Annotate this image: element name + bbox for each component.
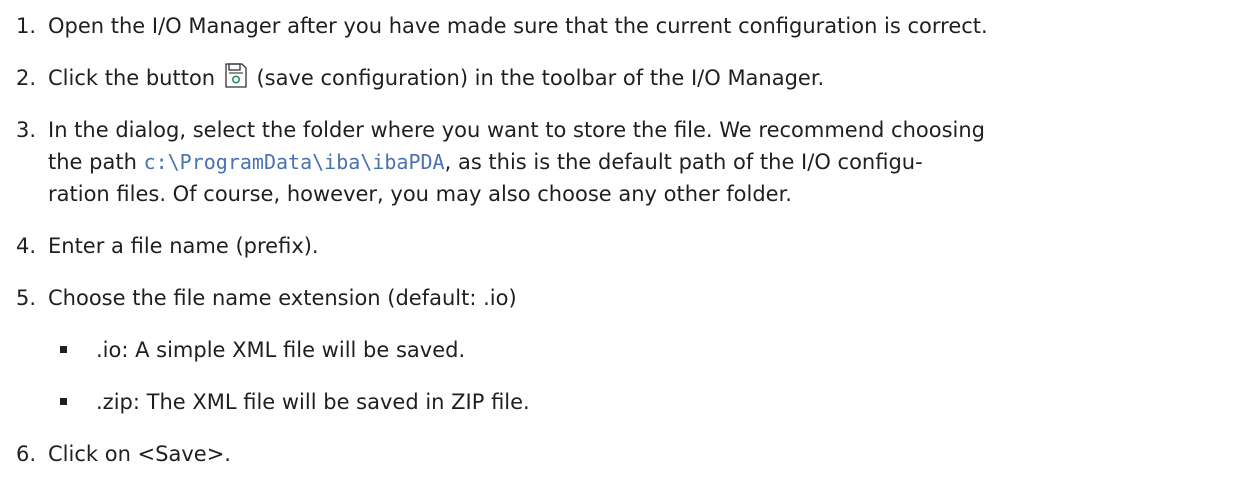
step-6: 6. Click on <Save>. — [16, 438, 1241, 470]
square-bullet-icon — [60, 397, 67, 405]
step-text: Choose the file name extension (default:… — [48, 286, 517, 310]
step-3-line-3: ration files. Of course, however, you ma… — [48, 178, 792, 210]
step-text: , as this is the default path of the I/O… — [444, 150, 923, 174]
step-text-before: Click the button — [48, 66, 216, 90]
step-number: 2. — [16, 66, 37, 90]
step-number: 5. — [16, 286, 37, 310]
instruction-document: 1. Open the I/O Manager after you have ma… — [0, 0, 1249, 502]
step-4: 4. Enter a file name (prefix). — [16, 230, 1241, 262]
folder-path: c:\ProgramData\iba\ibaPDA — [143, 150, 445, 174]
square-bullet-icon — [60, 345, 67, 353]
step-text: the path — [48, 150, 144, 174]
bullet-item: .io: A simple XML file will be saved. — [60, 334, 465, 366]
step-3-line-2: the path c:\ProgramData\iba\ibaPDA, as t… — [48, 146, 923, 178]
step-text: Open the I/O Manager after you have made… — [48, 14, 988, 38]
step-number: 3. — [16, 118, 37, 142]
step-1: 1. Open the I/O Manager after you have ma… — [16, 10, 1241, 42]
step-3: 3. In the dialog, select the folder where… — [16, 114, 1241, 146]
step-5: 5. Choose the file name extension (defaul… — [16, 282, 1241, 314]
save-configuration-icon — [224, 63, 248, 89]
step-2: 2. Click the button (save configuration) … — [16, 62, 1241, 94]
step-text-after: (save configuration) in the toolbar of t… — [249, 66, 825, 90]
bullet-text: .io: A simple XML file will be saved. — [96, 338, 466, 362]
step-text-line-1: In the dialog, select the folder where y… — [48, 118, 986, 142]
step-number: 4. — [16, 234, 37, 258]
step-text: ration files. Of course, however, you ma… — [48, 182, 792, 206]
step-number: 6. — [16, 442, 37, 466]
step-text: Enter a file name (prefix). — [48, 234, 319, 258]
step-text: Click on <Save>. — [48, 442, 231, 466]
step-number: 1. — [16, 14, 37, 38]
bullet-text: .zip: The XML file will be saved in ZIP … — [96, 390, 530, 414]
bullet-item: .zip: The XML file will be saved in ZIP … — [60, 386, 530, 418]
